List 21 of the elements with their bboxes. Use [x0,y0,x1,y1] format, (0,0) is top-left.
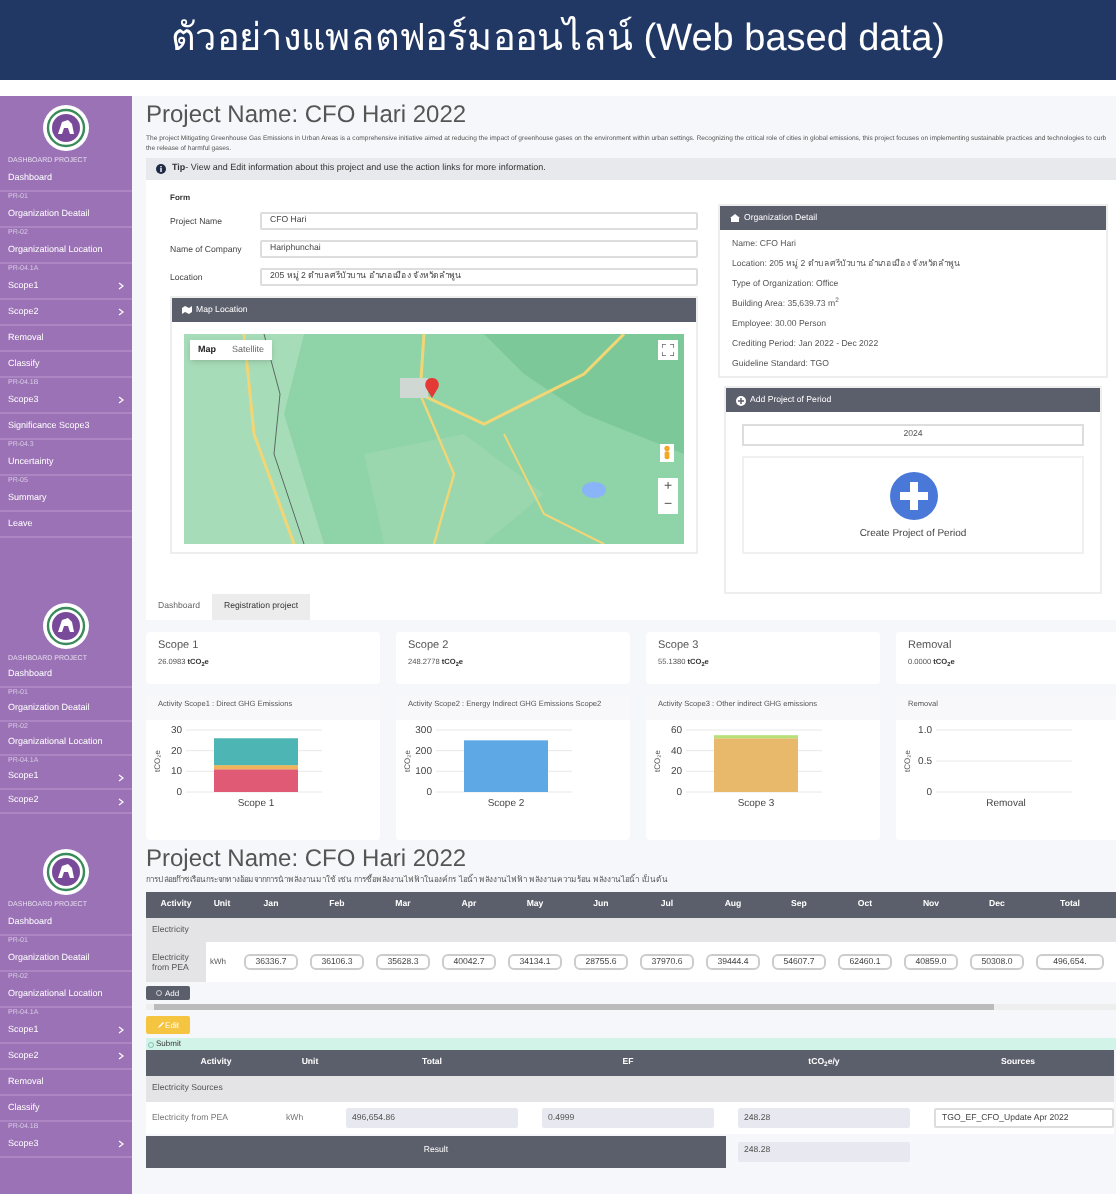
info-icon [156,164,166,174]
chevron-icon [118,1140,124,1148]
map-icon [182,306,192,314]
logo-icon [42,848,90,896]
page-title: Project Name: CFO Hari 2022 [146,844,469,872]
building-icon [730,214,740,222]
logo-icon [42,104,90,152]
person-icon[interactable] [660,444,674,462]
chevron-icon [118,308,124,316]
fullscreen-icon [662,344,674,356]
chevron-icon [118,797,124,805]
chevron-icon [118,282,124,290]
fullscreen-button[interactable] [658,340,678,360]
chevron-icon [118,1026,124,1034]
chevron-icon [118,1052,124,1060]
chevron-icon [118,396,124,404]
page-title: Project Name: CFO Hari 2022 [146,100,469,128]
logo-icon [42,602,90,650]
slide-title: ตัวอย่างแพลตฟอร์มออนไลน์ (Web based data) [171,14,945,64]
chevron-icon [118,773,124,781]
pencil-icon [157,1022,164,1028]
